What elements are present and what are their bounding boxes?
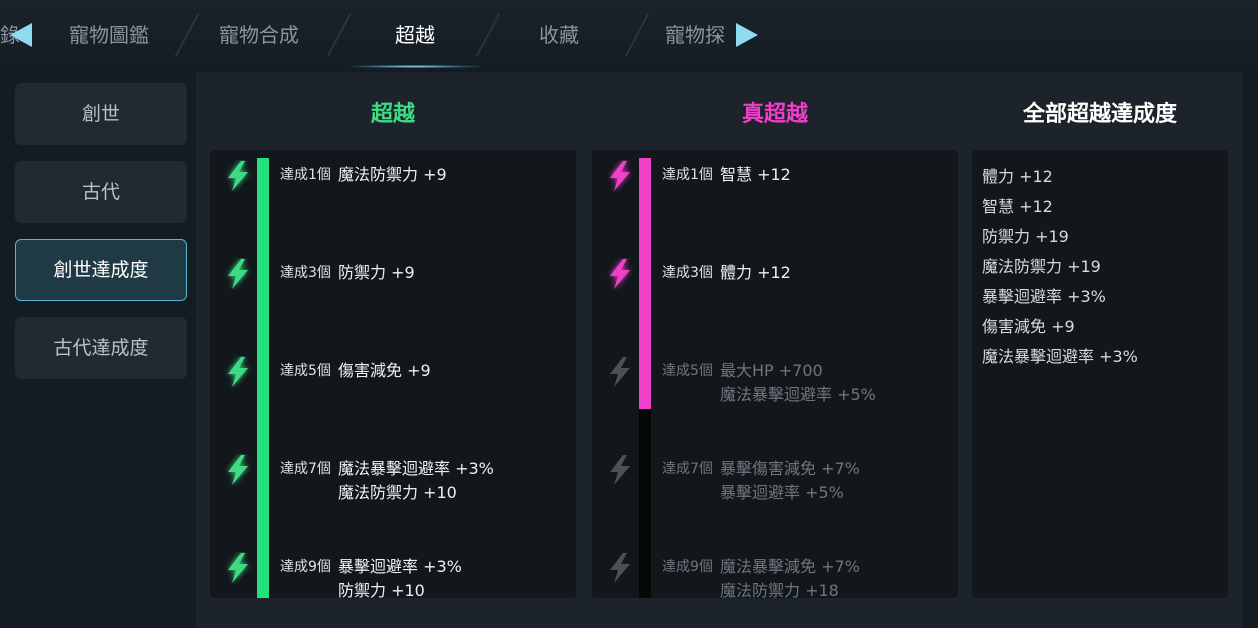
true-transcend-tier-bonuses: 暴擊傷害減免 +7% 暴擊迴避率 +5% — [720, 457, 860, 505]
true-transcend-tier-label: 達成1個 — [662, 167, 713, 183]
tab-transcend[interactable]: 超越 — [340, 0, 490, 70]
true-transcend-tier-bonuses: 智慧 +12 — [720, 163, 791, 187]
true-transcend-bonus-text: 魔法暴擊減免 +7% — [720, 557, 860, 576]
transcend-tier-row: 達成5個 傷害減免 +9 — [210, 352, 576, 412]
summary-title: 全部超越達成度 — [1022, 102, 1177, 127]
sidebar-item-genesis[interactable]: 創世 — [15, 83, 187, 145]
true-transcend-tier-bonuses: 體力 +12 — [720, 261, 791, 285]
true-transcend-tier-row: 達成7個 暴擊傷害減免 +7% 暴擊迴避率 +5% — [592, 450, 958, 510]
true-transcend-tier-label: 達成3個 — [662, 265, 713, 281]
transcend-panel: 達成1個 魔法防禦力 +9 達成3個 防禦力 +9 達成5個 傷害減免 +9 達成7個 魔法暴… — [210, 150, 576, 598]
transcend-bonus-text: 防禦力 +9 — [338, 263, 415, 282]
lightning-icon — [228, 259, 248, 289]
transcend-tier-label: 達成7個 — [280, 461, 331, 477]
transcend-bonus-text: 防禦力 +10 — [338, 581, 425, 598]
summary-item: 體力 +12 — [982, 167, 1053, 186]
transcend-tier-label: 達成9個 — [280, 559, 331, 575]
true-transcend-tier-row: 達成5個 最大HP +700 魔法暴擊迴避率 +5% — [592, 352, 958, 412]
transcend-tier-bonuses: 魔法防禦力 +9 — [338, 163, 447, 187]
true-transcend-tier-label: 達成9個 — [662, 559, 713, 575]
transcend-bonus-text: 魔法防禦力 +9 — [338, 165, 447, 184]
lightning-icon — [610, 357, 630, 387]
summary-item: 傷害減免 +9 — [982, 317, 1075, 336]
tab-collection[interactable]: 收藏 — [484, 0, 634, 70]
transcend-title: 超越 — [370, 102, 415, 127]
true-transcend-bonus-text: 魔法防禦力 +18 — [720, 581, 839, 598]
arrow-left-icon[interactable] — [10, 23, 32, 47]
true-transcend-bonus-text: 智慧 +12 — [720, 165, 791, 184]
sidebar-item-ancient-achievement[interactable]: 古代達成度 — [15, 317, 187, 379]
summary-item: 魔法防禦力 +19 — [982, 257, 1101, 276]
true-transcend-tier-row: 達成3個 體力 +12 — [592, 254, 958, 314]
transcend-tier-row: 達成9個 暴擊迴避率 +3% 防禦力 +10 — [210, 548, 576, 598]
lightning-icon — [228, 553, 248, 583]
true-transcend-panel: 達成1個 智慧 +12 達成3個 體力 +12 達成5個 最大HP +700 魔法暴擊迴避率… — [592, 150, 958, 598]
tab-pet-synthesis[interactable]: 寵物合成 — [184, 0, 334, 70]
sidebar-item-genesis-achievement[interactable]: 創世達成度 — [15, 239, 187, 301]
lightning-icon — [610, 553, 630, 583]
summary-panel: 體力 +12 智慧 +12 防禦力 +19 魔法防禦力 +19 暴擊迴避率 +3% 傷害減… — [972, 150, 1228, 598]
true-transcend-bonus-text: 暴擊傷害減免 +7% — [720, 459, 860, 478]
transcend-bonus-text: 暴擊迴避率 +3% — [338, 557, 462, 576]
transcend-bonus-text: 魔法防禦力 +10 — [338, 483, 457, 502]
transcend-bonus-text: 魔法暴擊迴避率 +3% — [338, 459, 494, 478]
lightning-icon — [228, 357, 248, 387]
transcend-tier-bonuses: 防禦力 +9 — [338, 261, 415, 285]
summary-item: 魔法暴擊迴避率 +3% — [982, 347, 1138, 366]
transcend-tier-row: 達成7個 魔法暴擊迴避率 +3% 魔法防禦力 +10 — [210, 450, 576, 510]
sidebar-item-ancient[interactable]: 古代 — [15, 161, 187, 223]
transcend-tier-bonuses: 魔法暴擊迴避率 +3% 魔法防禦力 +10 — [338, 457, 494, 505]
true-transcend-tier-label: 達成7個 — [662, 461, 713, 477]
true-transcend-tier-label: 達成5個 — [662, 363, 713, 379]
transcend-bonus-text: 傷害減免 +9 — [338, 361, 431, 380]
lightning-icon — [228, 161, 248, 191]
transcend-tier-bonuses: 傷害減免 +9 — [338, 359, 431, 383]
top-tab-bar: 錄 寵物圖鑑 寵物合成 超越 收藏 寵物探 — [0, 0, 1258, 70]
transcend-tier-label: 達成5個 — [280, 363, 331, 379]
true-transcend-tier-bonuses: 最大HP +700 魔法暴擊迴避率 +5% — [720, 359, 876, 407]
lightning-icon — [610, 455, 630, 485]
lightning-icon — [228, 455, 248, 485]
transcend-tier-label: 達成1個 — [280, 167, 331, 183]
summary-item: 暴擊迴避率 +3% — [982, 287, 1106, 306]
true-transcend-tier-row: 達成9個 魔法暴擊減免 +7% 魔法防禦力 +18 — [592, 548, 958, 598]
true-transcend-bonus-text: 最大HP +700 — [720, 361, 823, 380]
summary-list: 體力 +12 智慧 +12 防禦力 +19 魔法防禦力 +19 暴擊迴避率 +3% 傷害減… — [982, 162, 1218, 372]
transcend-tier-bonuses: 暴擊迴避率 +3% 防禦力 +10 — [338, 555, 462, 598]
true-transcend-bonus-text: 魔法暴擊迴避率 +5% — [720, 385, 876, 404]
tab-pet-explore[interactable]: 寵物探 — [633, 0, 753, 70]
lightning-icon — [610, 259, 630, 289]
arrow-right-icon[interactable] — [736, 23, 758, 47]
true-transcend-tier-row: 達成1個 智慧 +12 — [592, 156, 958, 216]
true-transcend-bonus-text: 暴擊迴避率 +5% — [720, 483, 844, 502]
lightning-icon — [610, 161, 630, 191]
tab-pet-codex[interactable]: 寵物圖鑑 — [34, 0, 184, 70]
true-transcend-tier-bonuses: 魔法暴擊減免 +7% 魔法防禦力 +18 — [720, 555, 860, 598]
transcend-tier-row: 達成3個 防禦力 +9 — [210, 254, 576, 314]
summary-item: 智慧 +12 — [982, 197, 1053, 216]
summary-item: 防禦力 +19 — [982, 227, 1069, 246]
transcend-tier-label: 達成3個 — [280, 265, 331, 281]
transcend-tier-row: 達成1個 魔法防禦力 +9 — [210, 156, 576, 216]
true-transcend-bonus-text: 體力 +12 — [720, 263, 791, 282]
true-transcend-title: 真超越 — [741, 102, 808, 127]
